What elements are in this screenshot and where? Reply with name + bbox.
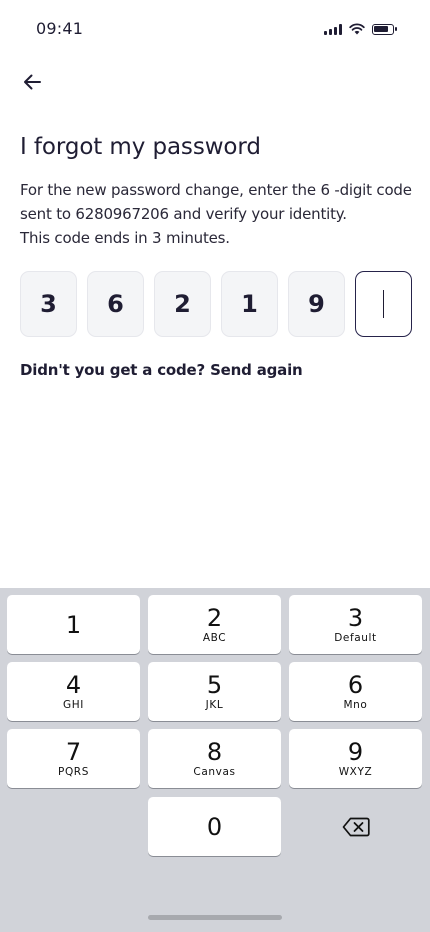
forgot-password-screen: 09:41 I forgot my password For the new p…	[0, 0, 430, 932]
key-4[interactable]: 4 GHI	[7, 662, 140, 721]
key-9[interactable]: 9 WXYZ	[289, 729, 422, 788]
resend-row: Didn't you get a code? Send again	[20, 361, 303, 379]
key-letters: WXYZ	[338, 766, 373, 778]
battery-icon	[372, 23, 397, 35]
instructions: For the new password change, enter the 6…	[20, 178, 415, 250]
key-letters: JKL	[205, 699, 224, 711]
key-digit: 9	[347, 738, 364, 766]
backspace-icon	[342, 817, 370, 836]
key-6[interactable]: 6 Mno	[289, 662, 422, 721]
otp-digit-1[interactable]: 3	[20, 271, 77, 337]
otp-digit-6[interactable]	[355, 271, 412, 337]
key-digit: 2	[206, 604, 223, 632]
key-letters: Mno	[343, 699, 368, 711]
key-letters: ABC	[202, 632, 227, 644]
numeric-keypad: 1 2 ABC 3 Default 4 GHI 5 JKL 6 Mno 7 PQ…	[0, 588, 430, 932]
resend-prompt: Didn't you get a code?	[20, 361, 206, 379]
key-digit: 5	[206, 671, 223, 699]
arrow-left-icon	[24, 74, 41, 90]
otp-input-group: 3 6 2 1 9	[20, 271, 412, 337]
signal-icon	[324, 23, 342, 35]
instructions-line-1: For the new password change, enter the 6…	[20, 181, 412, 199]
otp-digit-3[interactable]: 2	[154, 271, 211, 337]
key-digit: 4	[65, 671, 82, 699]
key-5[interactable]: 5 JKL	[148, 662, 281, 721]
status-time: 09:41	[36, 19, 84, 38]
status-bar: 09:41	[0, 0, 430, 60]
status-icons	[324, 20, 397, 39]
otp-digit-2[interactable]: 6	[87, 271, 144, 337]
key-digit: 1	[65, 610, 82, 639]
delete-key[interactable]	[289, 797, 422, 856]
wifi-icon	[349, 20, 365, 39]
key-digit: 7	[65, 738, 82, 766]
key-digit: 8	[206, 738, 223, 766]
key-0[interactable]: 0	[148, 797, 281, 856]
key-letters: Canvas	[193, 766, 236, 778]
home-indicator	[148, 915, 282, 920]
otp-digit-5[interactable]: 9	[288, 271, 345, 337]
key-letters: GHI	[63, 699, 84, 711]
key-2[interactable]: 2 ABC	[148, 595, 281, 654]
key-3[interactable]: 3 Default	[289, 595, 422, 654]
instructions-line-2: sent to 6280967206 and verify your ident…	[20, 205, 347, 223]
key-1[interactable]: 1	[7, 595, 140, 654]
page-title: I forgot my password	[20, 134, 261, 160]
otp-digit-4[interactable]: 1	[221, 271, 278, 337]
key-digit: 6	[347, 671, 364, 699]
send-again-link[interactable]: Send again	[210, 361, 303, 379]
text-caret	[382, 290, 385, 318]
back-button[interactable]	[14, 64, 50, 100]
key-digit: 3	[347, 604, 364, 632]
key-digit: 0	[206, 812, 223, 841]
instructions-line-3: This code ends in 3 minutes.	[20, 229, 230, 247]
key-letters: PQRS	[58, 766, 89, 778]
key-7[interactable]: 7 PQRS	[7, 729, 140, 788]
key-letters: Default	[334, 632, 377, 644]
key-8[interactable]: 8 Canvas	[148, 729, 281, 788]
